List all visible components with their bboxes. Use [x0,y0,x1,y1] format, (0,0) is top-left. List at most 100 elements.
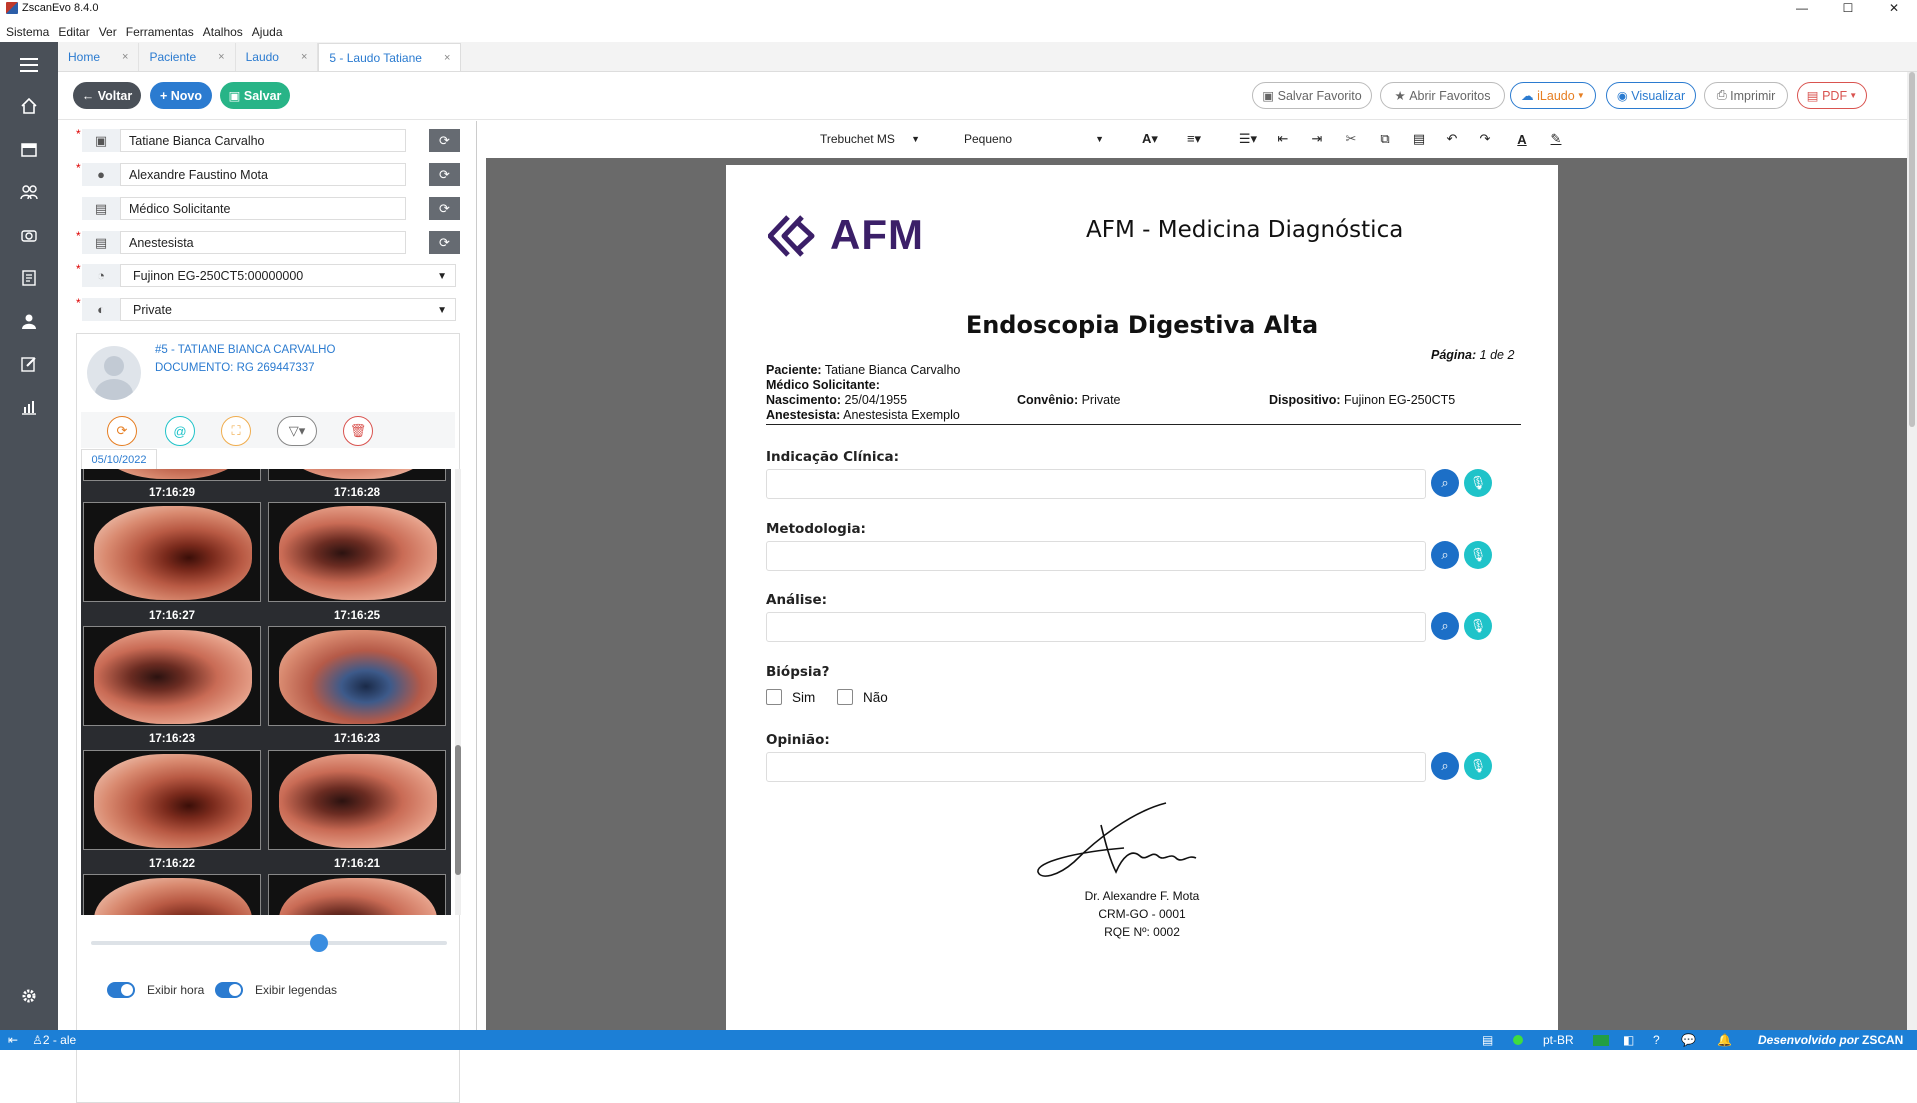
microphone-icon[interactable]: 🎙 [1464,752,1492,780]
logout-icon[interactable]: ⇤ [8,1033,18,1047]
keyboard-icon[interactable]: ▤ [1482,1033,1493,1047]
voltar-button[interactable]: ← Voltar [73,82,141,109]
redo-icon[interactable]: ↷ [1476,130,1494,148]
cut-icon[interactable]: ✂ [1342,130,1360,148]
analise-field[interactable] [766,612,1426,642]
search-icon[interactable]: ⌕ [1431,612,1459,640]
language-indicator[interactable]: pt-BR [1543,1033,1574,1047]
endoscopy-image-thumb[interactable] [83,874,261,915]
hamburger-menu-icon[interactable] [20,56,38,74]
text-size-icon[interactable]: A▾ [1136,130,1164,148]
window-icon[interactable]: ◧ [1623,1033,1634,1047]
novo-button[interactable]: + Novo [150,82,212,109]
menu-editar[interactable]: Editar [58,25,89,39]
trash-icon[interactable]: 🗑 [343,416,373,446]
refresh-images-icon[interactable]: ⟳ [107,416,137,446]
brazil-flag-icon[interactable] [1593,1034,1609,1046]
close-tab-icon[interactable]: × [444,52,450,64]
paciente-field[interactable]: Tatiane Bianca Carvalho [120,129,406,152]
exibir-hora-toggle[interactable] [107,982,135,998]
filter-icon[interactable]: ▽▾ [277,416,317,446]
outdent-icon[interactable]: ⇤ [1274,130,1292,148]
font-family-select[interactable]: Trebuchet MS ▼ [814,128,924,150]
dispositivo-select[interactable]: Fujinon EG-250CT5:00000000 ▼ [120,264,456,287]
solicitante-field[interactable]: Médico Solicitante [120,197,406,220]
pdf-dropdown[interactable]: ▤ PDF ▼ [1797,82,1867,109]
camera-icon[interactable] [20,226,38,244]
endoscopy-image-thumb[interactable] [268,626,446,726]
salvar-favorito-button[interactable]: ▣ Salvar Favorito [1252,82,1372,109]
email-icon[interactable]: @ [165,416,195,446]
font-color-icon[interactable]: A [1513,130,1531,148]
align-icon[interactable]: ≡▾ [1180,130,1208,148]
search-icon[interactable]: ⌕ [1431,469,1459,497]
chart-icon[interactable] [20,398,38,416]
abrir-favoritos-button[interactable]: ★ Abrir Favoritos [1380,82,1505,109]
thumbnail-size-slider[interactable] [91,934,447,952]
sim-checkbox[interactable] [766,689,782,705]
microphone-icon[interactable]: 🎙 [1464,541,1492,569]
indicacao-field[interactable] [766,469,1426,499]
menu-ver[interactable]: Ver [99,25,117,39]
scrollbar-thumb[interactable] [1909,72,1915,427]
ilaudo-dropdown[interactable]: ☁ iLaudo ▼ [1510,82,1596,109]
anestesista-field[interactable]: Anestesista [120,231,406,254]
endoscopy-image-thumb[interactable] [268,874,446,915]
endoscopy-image-thumb[interactable] [268,750,446,850]
refresh-icon[interactable]: ⟳ [429,231,460,254]
tab-laudo[interactable]: Laudo × [236,43,319,71]
users-icon[interactable] [20,183,38,201]
endoscopy-image-thumb[interactable] [83,469,261,481]
highlight-icon[interactable]: ✎ [1547,130,1565,148]
imprimir-button[interactable]: ⎙ Imprimir [1704,82,1788,109]
help-icon[interactable]: ? [1653,1033,1660,1047]
tab-paciente[interactable]: Paciente × [139,43,236,71]
copy-icon[interactable]: ⧉ [1376,130,1394,148]
home-icon[interactable] [20,97,38,115]
date-tab[interactable]: 05/10/2022 [81,449,157,469]
salvar-button[interactable]: ▣ Salvar [220,82,290,109]
close-window-button[interactable]: ✕ [1871,0,1917,16]
gallery-scrollbar[interactable] [455,469,461,915]
close-tab-icon[interactable]: × [122,51,128,63]
scrollbar-thumb[interactable] [455,745,461,875]
menu-atalhos[interactable]: Atalhos [203,25,243,39]
doctor-icon[interactable] [20,312,38,330]
endoscopy-image-thumb[interactable] [83,750,261,850]
settings-gear-icon[interactable] [20,987,38,1005]
endoscopy-image-thumb[interactable] [268,502,446,602]
menu-ferramentas[interactable]: Ferramentas [126,25,194,39]
expand-icon[interactable]: ⛶ [221,416,251,446]
convenio-select[interactable]: Private ▼ [120,298,456,321]
microphone-icon[interactable]: 🎙 [1464,612,1492,640]
nao-checkbox[interactable] [837,689,853,705]
endoscopy-image-thumb[interactable] [83,626,261,726]
search-icon[interactable]: ⌕ [1431,752,1459,780]
endoscopy-image-thumb[interactable] [83,502,261,602]
calendar-icon[interactable] [20,140,38,158]
tab-home[interactable]: Home × [58,43,140,71]
undo-icon[interactable]: ↶ [1443,130,1461,148]
endoscopy-image-thumb[interactable] [268,469,446,481]
menu-sistema[interactable]: Sistema [6,25,49,39]
microphone-icon[interactable]: 🎙 [1464,469,1492,497]
edit-icon[interactable] [20,355,38,373]
tab-laudo-tatiane[interactable]: 5 - Laudo Tatiane × [318,43,462,71]
list-icon[interactable]: ☰▾ [1234,130,1262,148]
medico-field[interactable]: Alexandre Faustino Mota [120,163,406,186]
opiniao-field[interactable] [766,752,1426,782]
bell-icon[interactable]: 🔔 [1717,1033,1732,1047]
paste-icon[interactable]: ▤ [1410,130,1428,148]
font-size-select[interactable]: Pequeno ▼ [958,128,1108,150]
chat-icon[interactable]: 💬 [1681,1033,1696,1047]
close-tab-icon[interactable]: × [218,51,224,63]
indent-icon[interactable]: ⇥ [1308,130,1326,148]
document-icon[interactable] [20,269,38,287]
minimize-button[interactable]: — [1779,0,1825,16]
maximize-button[interactable]: ☐ [1825,0,1871,16]
refresh-icon[interactable]: ⟳ [429,129,460,152]
refresh-icon[interactable]: ⟳ [429,197,460,220]
slider-knob[interactable] [309,934,328,952]
exibir-legendas-toggle[interactable] [215,982,243,998]
main-scrollbar[interactable] [1907,72,1917,1030]
